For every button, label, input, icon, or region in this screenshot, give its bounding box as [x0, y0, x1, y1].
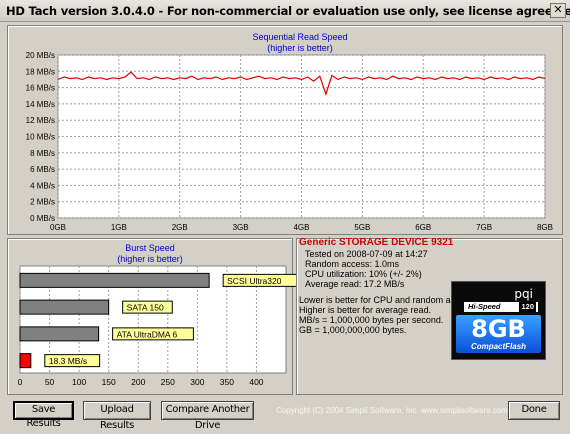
card-size: 8GB	[471, 315, 526, 343]
note-line: MB/s = 1,000,000 bytes per second.	[299, 315, 444, 325]
device-name: Generic STORAGE DEVICE 9321	[299, 237, 454, 248]
burst-speed-chart: 0 50 100 150 200 250 300 350 400 SCSI Ultra320 SAT…	[18, 265, 300, 387]
upload-results-button[interactable]: Upload Results	[83, 401, 151, 431]
device-card-image: pqi Hi-Speed 120 8GB CompactFlash	[451, 281, 546, 360]
burst-x-tick-label: 0	[18, 377, 23, 387]
burst-bar-label: SATA 150	[127, 303, 164, 313]
average-read: Average read: 17.2 MB/s	[305, 279, 405, 289]
note-line: Lower is better for CPU and random acces…	[299, 295, 477, 305]
burst-x-tick-label: 300	[190, 377, 204, 387]
copyright-text: Copyright (C) 2004 Simpli Software, Inc.…	[276, 406, 509, 415]
seq-x-tick-label: 6GB	[415, 223, 431, 232]
burst-bar	[19, 272, 210, 288]
burst-x-tick-label: 150	[102, 377, 116, 387]
note-line: Higher is better for average read.	[299, 305, 432, 315]
card-label: 8GB CompactFlash	[456, 315, 541, 353]
save-results-button[interactable]: Save Results	[13, 401, 74, 429]
burst-x-tick-label: 50	[45, 377, 55, 387]
note-line: GB = 1,000,000,000 bytes.	[299, 325, 407, 335]
burst-bar	[19, 299, 110, 315]
card-brand: pqi	[514, 287, 533, 301]
card-type: CompactFlash	[470, 342, 527, 351]
burst-x-tick-label: 200	[131, 377, 145, 387]
burst-x-tick-label: 100	[72, 377, 86, 387]
burst-bar-label: ATA UltraDMA 6	[117, 329, 178, 339]
burst-bar	[19, 326, 100, 342]
burst-bar-label: SCSI Ultra320	[227, 276, 282, 286]
seq-x-tick-label: 8GB	[537, 223, 553, 232]
card-speed: 120	[519, 302, 536, 312]
card-hispeed-text: Hi-Speed	[468, 302, 501, 311]
burst-bar-label: 18.3 MB/s	[49, 356, 87, 366]
burst-x-tick-label: 250	[161, 377, 175, 387]
random-access: Random access: 1.0ms	[305, 259, 400, 269]
burst-x-tick-label: 350	[220, 377, 234, 387]
test-date: Tested on 2008-07-09 at 14:27	[305, 249, 428, 259]
burst-x-tick-label: 400	[249, 377, 263, 387]
card-hispeed-band: Hi-Speed 120	[464, 302, 538, 312]
seq-x-tick-label: 5GB	[354, 223, 370, 232]
compare-drive-button[interactable]: Compare Another Drive	[161, 401, 254, 431]
burst-bar	[19, 353, 32, 369]
done-button[interactable]: Done	[508, 401, 560, 420]
seq-x-tick-label: 7GB	[476, 223, 492, 232]
cpu-utilization: CPU utilization: 10% (+/- 2%)	[305, 269, 422, 279]
